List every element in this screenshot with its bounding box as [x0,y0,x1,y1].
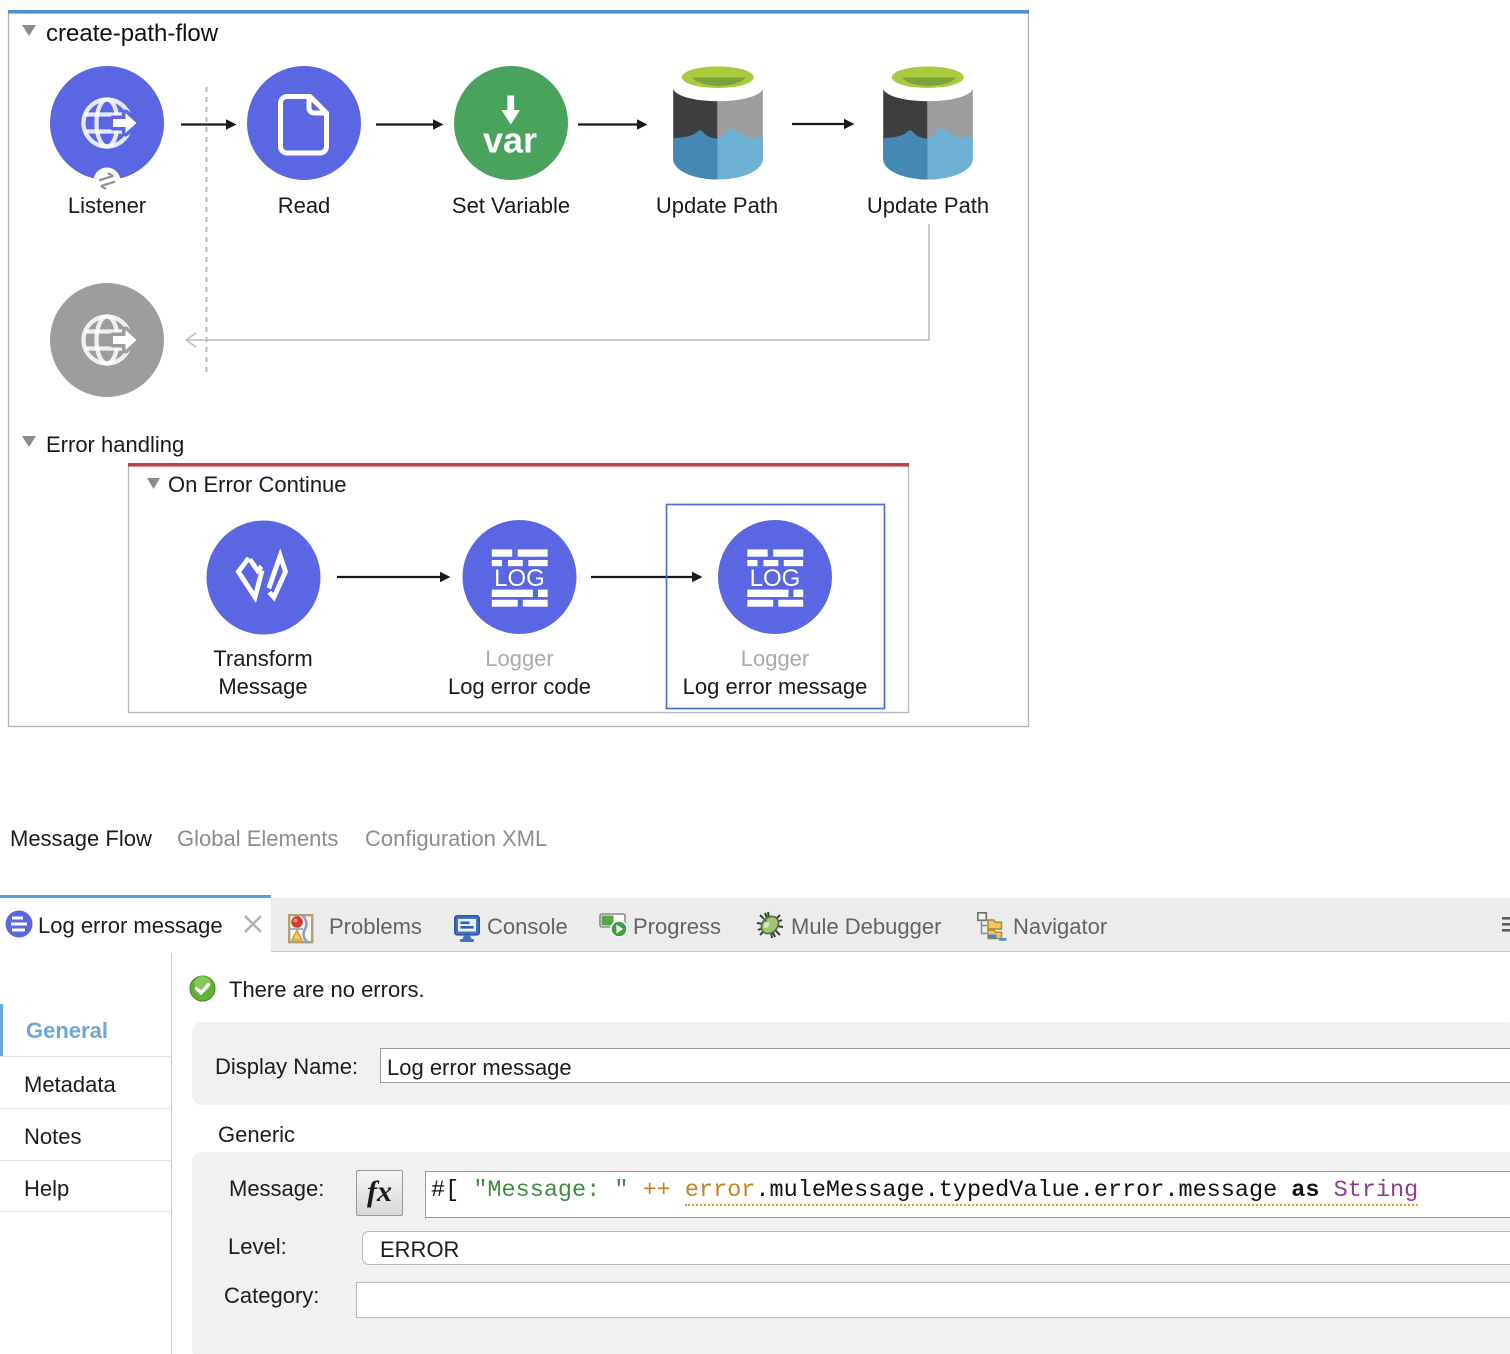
svg-text:Log error code: Log error code [448,674,591,699]
svg-text:var: var [483,120,537,161]
svg-text:Set Variable: Set Variable [452,193,570,218]
svg-text:Transform: Transform [213,646,312,671]
svg-text:On Error Continue: On Error Continue [168,472,347,497]
svg-text:Read: Read [278,193,331,218]
svg-text:Logger: Logger [741,646,810,671]
svg-text:Logger: Logger [485,646,554,671]
svg-text:Log error message: Log error message [683,674,868,699]
svg-text:Error handling: Error handling [46,432,184,457]
svg-text:create-path-flow: create-path-flow [46,20,219,47]
svg-text:Update Path: Update Path [656,193,778,218]
svg-text:Message: Message [218,674,307,699]
svg-text:Listener: Listener [68,193,146,218]
svg-text:Update Path: Update Path [867,193,989,218]
